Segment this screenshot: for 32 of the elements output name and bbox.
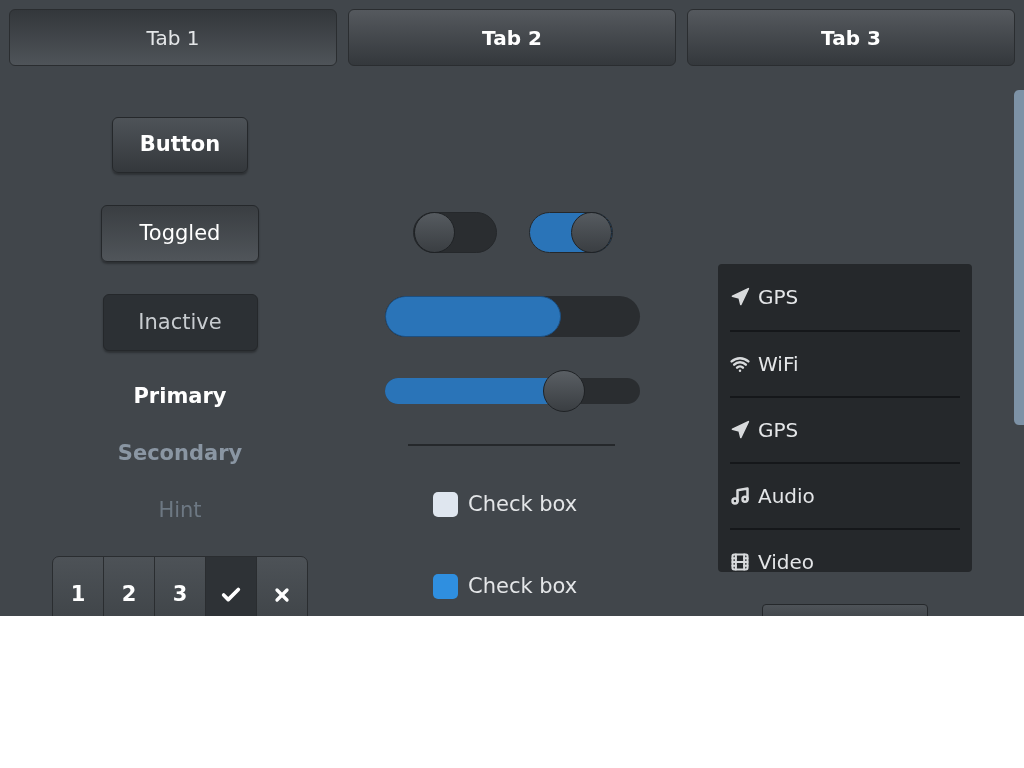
close-icon xyxy=(272,585,292,605)
music-note-icon xyxy=(730,486,750,506)
film-icon xyxy=(730,552,750,572)
location-arrow-icon xyxy=(730,420,750,440)
list-item[interactable]: GPS xyxy=(730,264,960,330)
push-button[interactable]: Toggled xyxy=(101,205,259,262)
list-item[interactable]: Video xyxy=(730,528,960,572)
toggle-switch[interactable] xyxy=(413,212,497,253)
label-text: Secondary xyxy=(117,440,243,467)
list-item[interactable]: GPS xyxy=(730,396,960,462)
push-button[interactable]: Button xyxy=(112,117,248,173)
list-item[interactable]: Audio xyxy=(730,462,960,528)
tab[interactable]: Tab 3 xyxy=(687,9,1015,66)
checkbox[interactable] xyxy=(433,573,458,599)
checkbox-label: Check box xyxy=(468,572,578,600)
slider[interactable] xyxy=(385,370,640,412)
scrollbar[interactable] xyxy=(1014,90,1024,425)
checkbox-label: Check box xyxy=(468,491,578,518)
list-item[interactable]: WiFi xyxy=(730,330,960,396)
label-text: Hint xyxy=(158,497,202,524)
segment-button[interactable] xyxy=(205,557,256,616)
toggle-switch[interactable] xyxy=(529,212,613,253)
segment-button[interactable]: 1 xyxy=(53,557,103,616)
tab[interactable]: Tab 2 xyxy=(348,9,676,66)
checkbox[interactable] xyxy=(433,492,458,518)
push-button[interactable]: Inactive xyxy=(102,294,258,351)
label-text: Primary xyxy=(133,383,227,410)
slider-handle[interactable] xyxy=(542,370,585,412)
location-arrow-icon xyxy=(730,287,750,307)
wifi-icon xyxy=(730,354,750,374)
segment-button[interactable]: 2 xyxy=(103,557,154,616)
tab[interactable]: Tab 1 xyxy=(9,9,337,66)
